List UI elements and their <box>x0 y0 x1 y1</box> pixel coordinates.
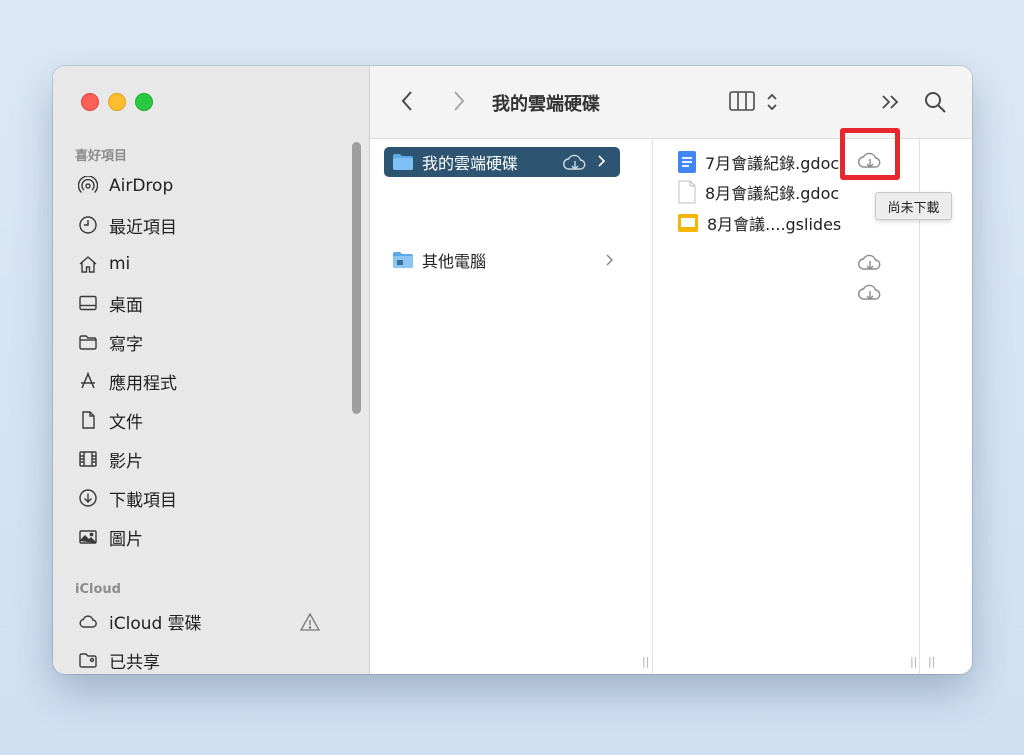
desktop-icon <box>77 292 99 314</box>
folder-icon <box>392 153 414 171</box>
sidebar-section-icloud: iCloud <box>75 582 121 597</box>
sidebar-item-label: 圖片 <box>109 529 143 550</box>
list-item-label: 8月會議紀錄.gdoc <box>705 184 840 203</box>
sidebar-item-label: AirDrop <box>109 176 174 196</box>
list-item-file[interactable]: 8月會議紀錄.gdoc <box>677 179 839 205</box>
sidebar-item-airdrop[interactable]: AirDrop <box>77 173 173 199</box>
sidebar-item-label: 應用程式 <box>109 373 177 394</box>
cloud-icon <box>77 610 99 632</box>
folder-icon <box>77 331 99 353</box>
sidebar-item-home[interactable]: mi <box>77 251 130 277</box>
sidebar-item-pictures[interactable]: 圖片 <box>77 524 143 550</box>
column-view-button[interactable] <box>729 90 757 116</box>
cloud-download-icon[interactable] <box>857 251 883 273</box>
column-resize-handle[interactable]: || <box>910 655 917 668</box>
sidebar-item-documents[interactable]: 文件 <box>77 407 143 433</box>
sidebar-item-label: 最近項目 <box>109 217 177 238</box>
home-icon <box>77 253 99 275</box>
close-window-button[interactable] <box>81 93 99 111</box>
list-item-label: 我的雲端硬碟 <box>422 154 519 173</box>
back-button[interactable] <box>400 90 414 116</box>
film-icon <box>77 448 99 470</box>
view-options-chevron-icon[interactable] <box>766 91 778 117</box>
more-toolbar-items-icon[interactable] <box>880 93 902 115</box>
cloud-download-icon[interactable] <box>857 281 883 303</box>
cloud-download-icon[interactable] <box>562 151 588 173</box>
clock-icon <box>77 214 99 236</box>
shared-folder-icon <box>77 649 99 671</box>
google-slides-icon <box>677 213 699 233</box>
column-resize-handle[interactable]: || <box>642 655 649 668</box>
sidebar-item-label: 桌面 <box>109 295 143 316</box>
computer-folder-icon <box>392 251 414 269</box>
sidebar-item-label: 下載項目 <box>109 490 177 511</box>
forward-button[interactable] <box>452 90 466 116</box>
list-item-other-computers[interactable]: 其他電腦 <box>392 247 620 273</box>
document-icon <box>77 409 99 431</box>
column-browser-1: 我的雲端硬碟 其他電腦 || <box>370 139 653 674</box>
sidebar-item-label: 文件 <box>109 412 143 433</box>
search-icon[interactable] <box>923 90 947 118</box>
sidebar-item-label: 寫字 <box>109 334 143 355</box>
blank-document-icon <box>677 180 697 204</box>
sidebar-section-favorites: 喜好項目 <box>75 149 128 164</box>
list-item-label: 其他電腦 <box>422 252 487 271</box>
sidebar-scrollbar[interactable] <box>352 142 361 414</box>
sidebar-item-recents[interactable]: 最近項目 <box>77 212 177 238</box>
minimize-window-button[interactable] <box>108 93 126 111</box>
sidebar-item-label: 影片 <box>109 451 143 472</box>
sidebar-item-label: iCloud 雲碟 <box>109 613 202 634</box>
list-item-my-drive[interactable]: 我的雲端硬碟 <box>392 149 620 175</box>
tooltip: 尚未下載 <box>875 192 952 220</box>
sidebar-item-applications[interactable]: 應用程式 <box>77 368 177 394</box>
airdrop-icon <box>77 175 99 197</box>
sidebar-item-downloads[interactable]: 下載項目 <box>77 485 177 511</box>
sidebar-item-label: mi <box>109 254 131 274</box>
chevron-right-icon <box>596 153 606 169</box>
sidebar-item-icloud-drive[interactable]: iCloud 雲碟 <box>77 608 202 634</box>
list-item-label: 7月會議紀錄.gdoc <box>705 154 840 173</box>
sidebar-item-label: 已共享 <box>109 652 160 673</box>
photo-icon <box>77 526 99 548</box>
list-item-label: 8月會議....gslides <box>707 215 842 234</box>
sidebar-item-desktop[interactable]: 桌面 <box>77 290 143 316</box>
sidebar-item-movies[interactable]: 影片 <box>77 446 143 472</box>
zoom-window-button[interactable] <box>135 93 153 111</box>
chevron-right-icon <box>604 252 614 268</box>
sidebar: 喜好項目 AirDrop 最近項目 mi 桌面 寫字 應用程式 文件 影片 下載… <box>53 66 370 674</box>
applications-icon <box>77 370 99 392</box>
window-title: 我的雲端硬碟 <box>492 94 600 115</box>
google-doc-icon <box>677 150 697 174</box>
warning-icon[interactable] <box>299 611 321 633</box>
list-item-file[interactable]: 8月會議....gslides <box>677 210 841 236</box>
download-icon <box>77 487 99 509</box>
sidebar-item-writing-folder[interactable]: 寫字 <box>77 329 143 355</box>
column-resize-handle[interactable]: || <box>928 655 935 668</box>
finder-window: 喜好項目 AirDrop 最近項目 mi 桌面 寫字 應用程式 文件 影片 下載… <box>53 66 972 674</box>
cloud-download-icon[interactable] <box>857 149 883 171</box>
list-item-file[interactable]: 7月會議紀錄.gdoc <box>677 149 839 175</box>
sidebar-item-shared[interactable]: 已共享 <box>77 647 160 673</box>
